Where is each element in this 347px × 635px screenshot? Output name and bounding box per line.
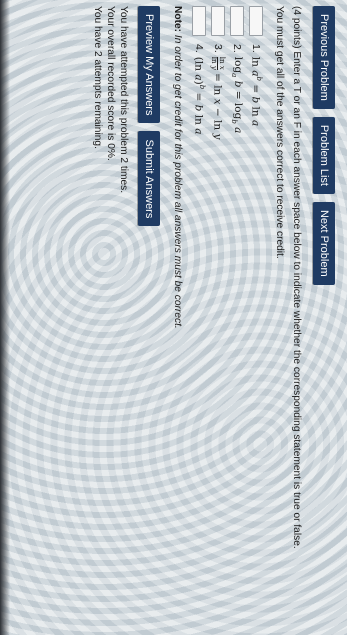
attempt-status: You have attempted this problem 2 times.…: [91, 6, 130, 193]
note-text: In order to get credit for this problem …: [172, 34, 183, 329]
statement-list: 1. ln ab = b ln a 2. loga b = logb a 3. …: [189, 6, 265, 139]
statement-3: ln x ln y = ln x − ln y: [210, 56, 227, 140]
statement-number: 3.: [212, 44, 224, 53]
problem-page: Previous Problem Problem List Next Probl…: [0, 0, 347, 635]
answer-input-3[interactable]: [211, 6, 225, 36]
statement-2: loga b = logb a: [229, 56, 245, 134]
problem-instruction: (4 points) Enter a T or an F in each ans…: [290, 6, 303, 626]
problem-list-button[interactable]: Problem List: [313, 116, 335, 194]
statement-row: 1. ln ab = b ln a: [247, 6, 265, 139]
instruction-text: Enter a T or an F in each answer space b…: [291, 51, 302, 549]
preview-answers-button[interactable]: Preview My Answers: [138, 6, 160, 124]
statement-number: 1.: [250, 44, 262, 53]
statement-number: 2.: [231, 44, 243, 53]
answer-input-2[interactable]: [230, 6, 244, 36]
answer-input-1[interactable]: [249, 6, 263, 36]
statement-4: (ln a)b = b ln a: [192, 56, 206, 135]
answer-actions: Preview My Answers Submit Answers: [138, 6, 160, 227]
must-correct-text: You must get all of the answers correct …: [274, 6, 285, 259]
submit-answers-button[interactable]: Submit Answers: [138, 131, 160, 227]
attempted-text: You have attempted this problem 2 times.: [118, 6, 129, 194]
statement-row: 3. ln x ln y = ln x − ln y: [209, 6, 227, 139]
credit-note: Note: In order to get credit for this pr…: [172, 6, 183, 329]
statement-row: 2. loga b = logb a: [228, 6, 246, 139]
next-problem-button[interactable]: Next Problem: [313, 201, 335, 285]
answer-input-4[interactable]: [192, 6, 206, 36]
score-text: Your overall recorded score is 0%.: [105, 6, 116, 161]
problem-nav: Previous Problem Problem List Next Probl…: [313, 6, 335, 285]
previous-problem-button[interactable]: Previous Problem: [313, 6, 335, 109]
statement-row: 4. (ln a)b = b ln a: [190, 6, 208, 139]
statement-1: ln ab = b ln a: [249, 56, 263, 127]
statement-number: 4.: [193, 44, 205, 53]
note-label: Note:: [172, 6, 183, 33]
points-label: (4 points): [291, 6, 302, 49]
remaining-text: You have 2 attempts remaining.: [92, 6, 103, 149]
